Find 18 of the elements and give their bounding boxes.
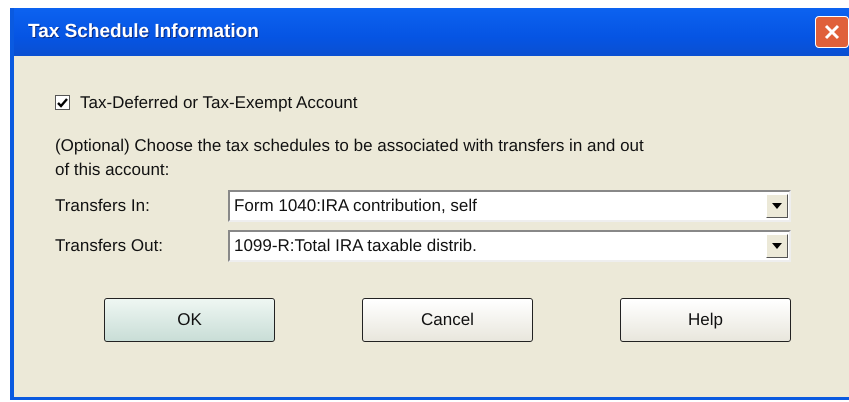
field-label: Transfers In:: [55, 194, 151, 217]
field-label: Transfers Out:: [55, 234, 164, 257]
check-icon: [57, 98, 68, 108]
window-title: Tax Schedule Information: [28, 20, 259, 44]
dialog-button[interactable]: Cancel: [362, 298, 533, 342]
caret-icon: [772, 242, 782, 248]
dropdown-button[interactable]: [766, 194, 788, 218]
dialog-button[interactable]: OK: [104, 298, 275, 342]
dropdown-button[interactable]: [766, 234, 788, 258]
checkbox-label: Tax-Deferred or Tax-Exempt Account: [80, 92, 358, 114]
dropdown-field[interactable]: 1099-R:Total IRA taxable distrib.: [228, 230, 791, 262]
dropdown-field[interactable]: Form 1040:IRA contribution, self: [228, 190, 791, 222]
caret-icon: [772, 202, 782, 208]
instructions-text: (Optional) Choose the tax schedules to be associated with transfers in and out of this account:: [55, 134, 645, 180]
dialog-button[interactable]: Help: [620, 298, 791, 342]
close-button[interactable]: [815, 16, 849, 48]
checkbox[interactable]: [55, 95, 70, 110]
close-icon: [823, 23, 841, 41]
